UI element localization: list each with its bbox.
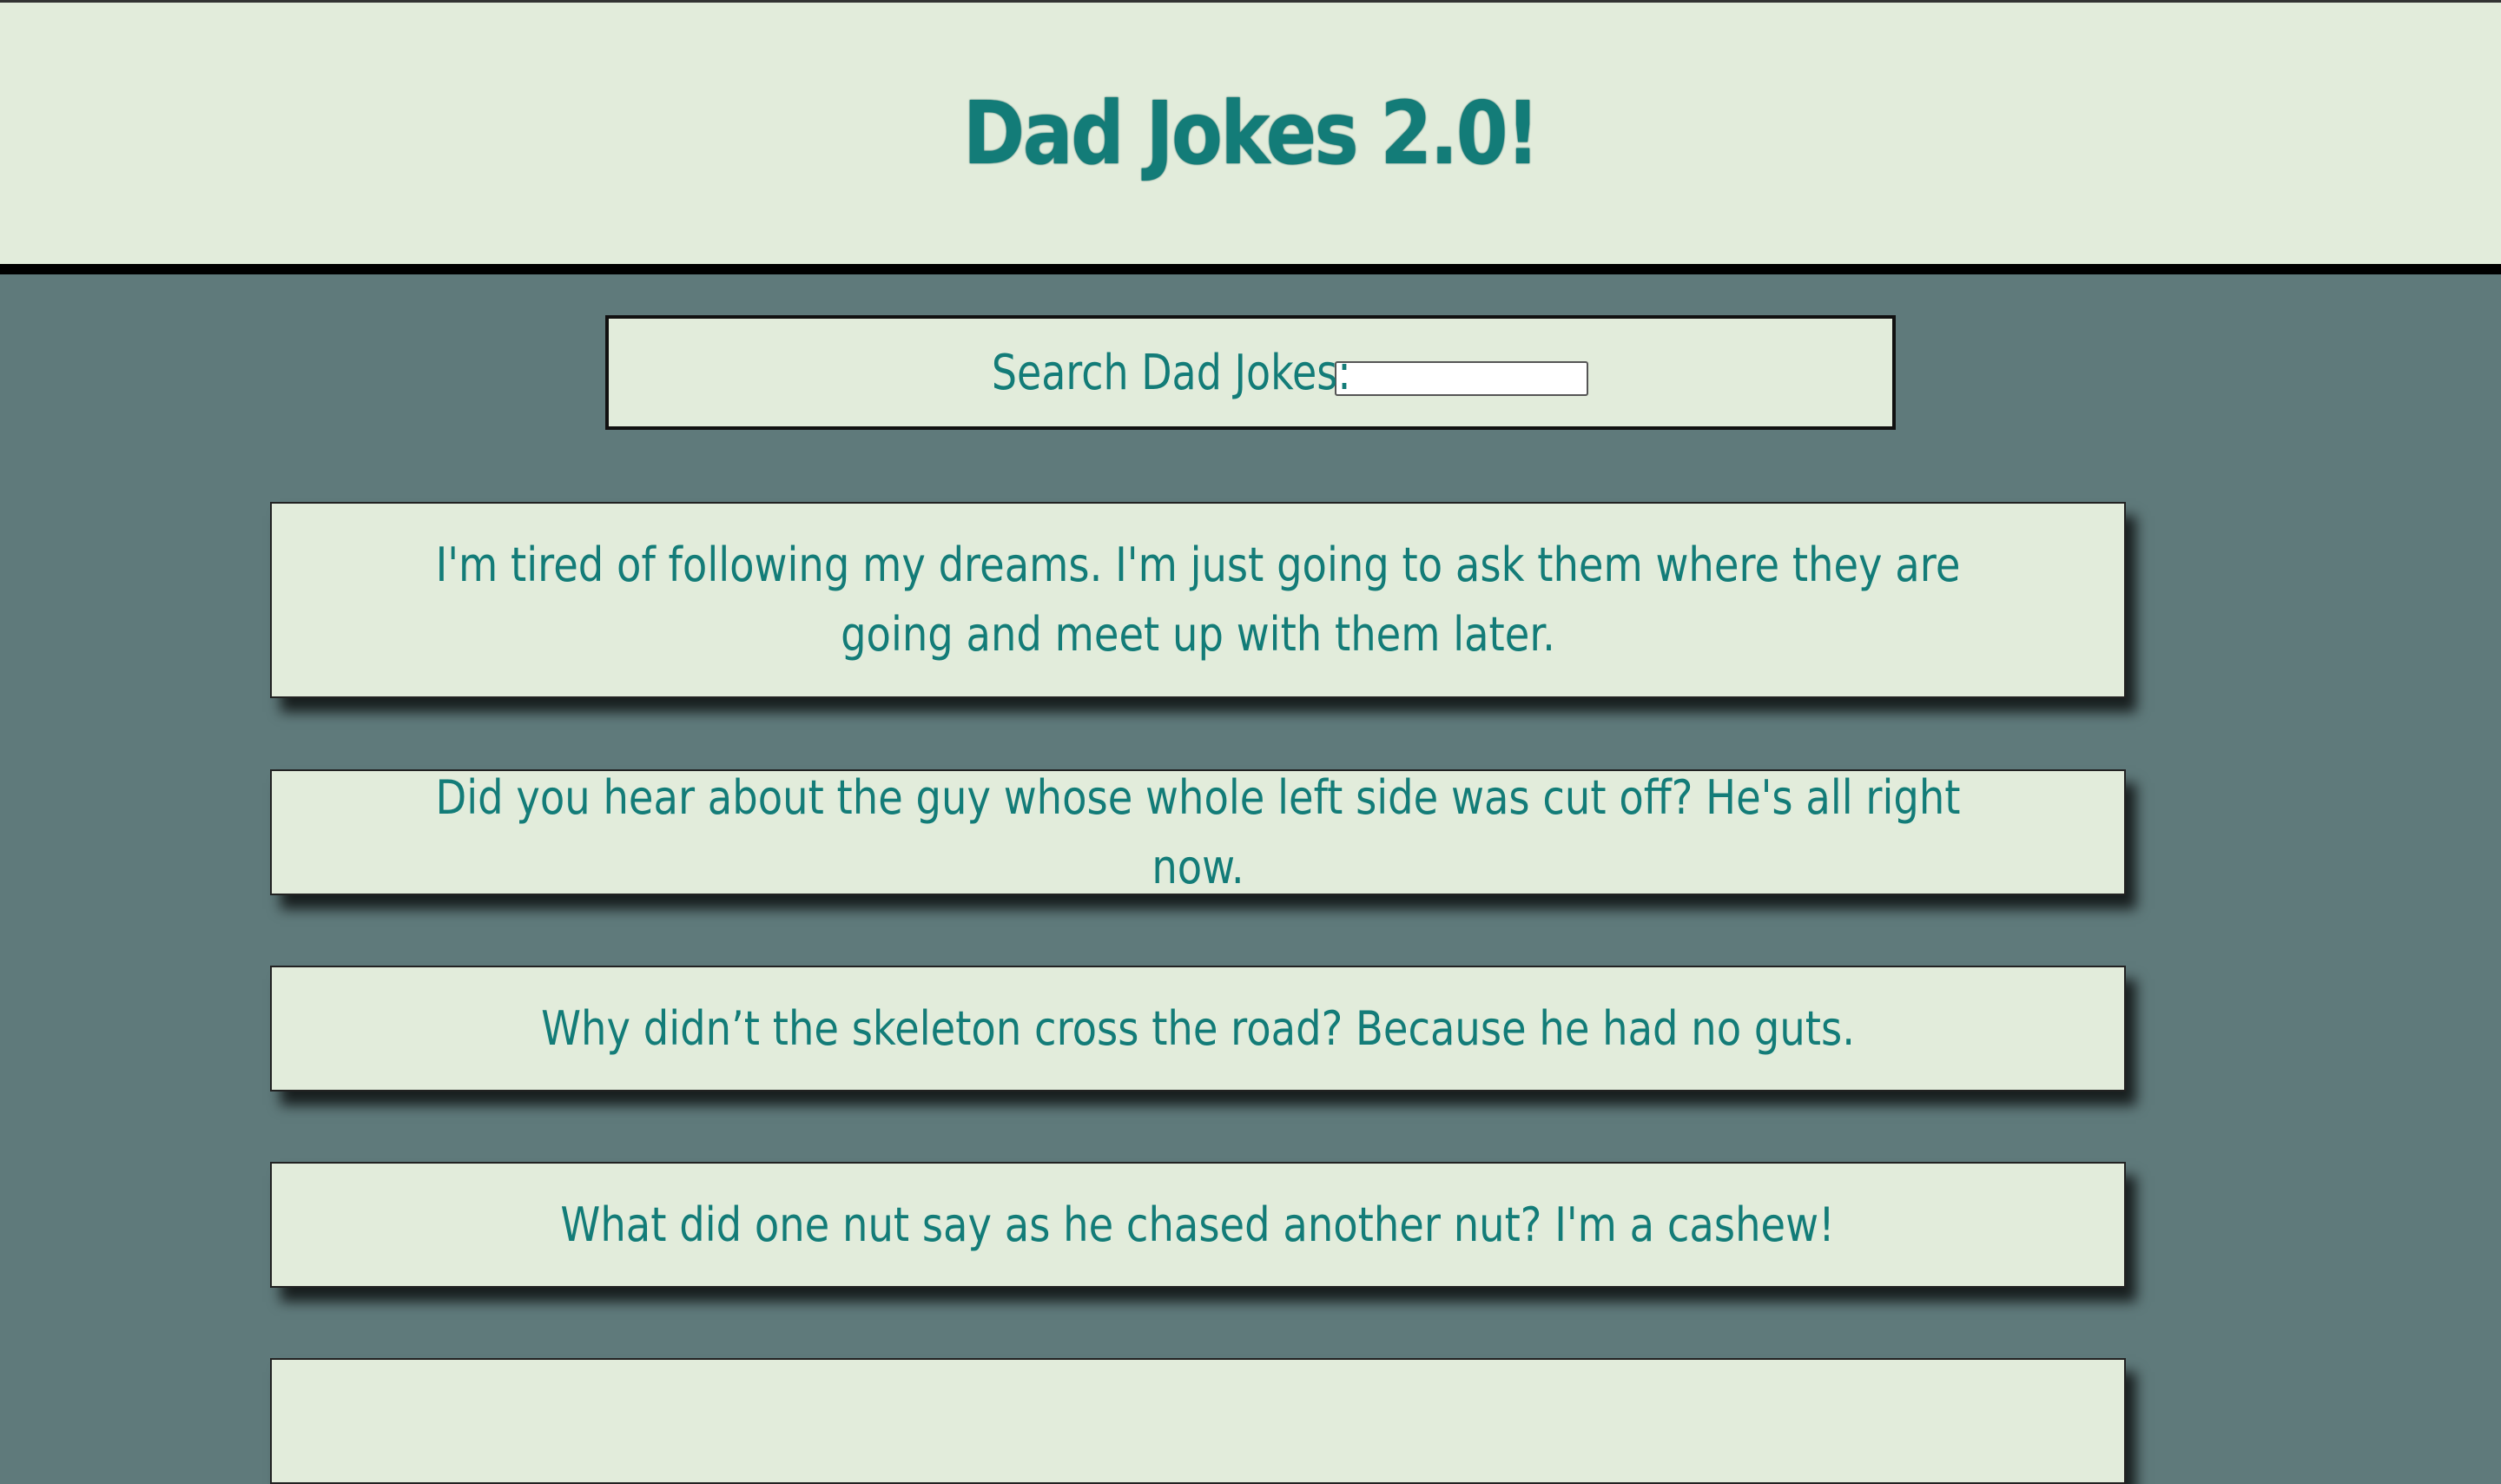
joke-card bbox=[270, 1358, 2126, 1484]
joke-text: Why didn’t the skeleton cross the road? … bbox=[541, 1000, 1855, 1056]
joke-card: Why didn’t the skeleton cross the road? … bbox=[270, 966, 2126, 1092]
page-title: Dad Jokes 2.0! bbox=[963, 82, 1540, 184]
search-label: Search Dad Jokes: bbox=[991, 344, 1351, 401]
joke-text: Did you hear about the guy whose whole l… bbox=[435, 769, 1961, 894]
search-input[interactable] bbox=[1335, 361, 1589, 396]
joke-text: What did one nut say as he chased anothe… bbox=[560, 1197, 1836, 1252]
search-box: Search Dad Jokes: bbox=[605, 315, 1896, 430]
joke-card: I'm tired of following my dreams. I'm ju… bbox=[270, 502, 2126, 698]
joke-card: Did you hear about the guy whose whole l… bbox=[270, 769, 2126, 895]
page-header: Dad Jokes 2.0! bbox=[0, 0, 2501, 274]
joke-text: I'm tired of following my dreams. I'm ju… bbox=[435, 538, 1961, 662]
joke-card: What did one nut say as he chased anothe… bbox=[270, 1162, 2126, 1288]
